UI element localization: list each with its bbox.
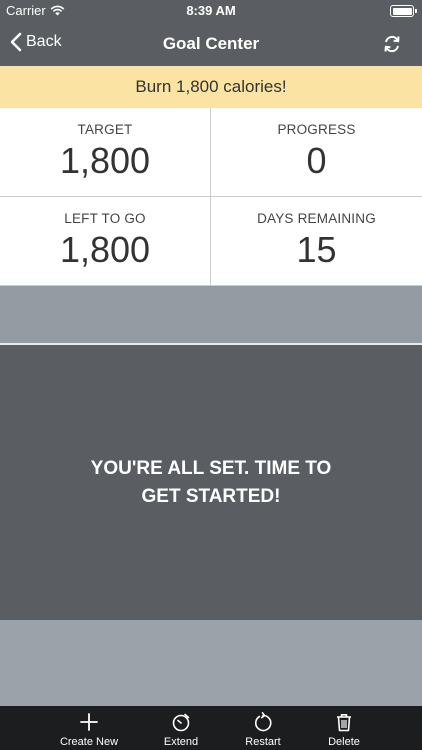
goal-banner: Burn 1,800 calories! — [0, 66, 422, 108]
days-remaining-label: DAYS REMAINING — [257, 211, 376, 226]
target-label: TARGET — [77, 122, 133, 137]
delete-button[interactable]: Delete — [302, 706, 386, 750]
get-started-message: YOU'RE ALL SET. TIME TO GET STARTED! — [90, 457, 332, 507]
clock: 8:39 AM — [186, 3, 236, 18]
spacer-top — [0, 286, 422, 343]
refresh-icon[interactable] — [382, 34, 402, 54]
restart-label: Restart — [245, 736, 281, 748]
restart-icon — [254, 712, 272, 732]
restart-button[interactable]: Restart — [221, 706, 305, 750]
progress-label: PROGRESS — [277, 122, 356, 137]
page-title: Goal Center — [162, 34, 260, 53]
target-stat: TARGET 1,800 — [0, 108, 211, 197]
progress-stat: PROGRESS 0 — [211, 108, 422, 197]
left-to-go-value: 1,800 — [59, 229, 151, 270]
target-value: 1,800 — [59, 140, 151, 181]
stats-grid: TARGET 1,800 PROGRESS 0 LEFT TO GO 1,800… — [0, 108, 422, 286]
progress-value: 0 — [306, 140, 327, 181]
trash-icon — [337, 714, 351, 732]
bottom-toolbar: Create New Extend Restart Delete — [0, 706, 422, 750]
message-panel: YOU'RE ALL SET. TIME TO GET STARTED! — [0, 345, 422, 620]
extend-label: Extend — [163, 736, 199, 748]
spacer-bottom — [0, 620, 422, 706]
days-remaining-stat: DAYS REMAINING 15 — [211, 197, 422, 286]
timer-icon — [172, 713, 190, 732]
plus-icon — [80, 713, 98, 731]
battery-icon — [390, 5, 417, 17]
left-to-go-label: LEFT TO GO — [64, 211, 146, 226]
days-remaining-value: 15 — [296, 229, 337, 270]
create-new-button[interactable]: Create New — [47, 706, 131, 750]
left-to-go-stat: LEFT TO GO 1,800 — [0, 197, 211, 286]
delete-label: Delete — [328, 736, 360, 748]
extend-button[interactable]: Extend — [139, 706, 223, 750]
navigation-bar: Back Goal Center — [0, 22, 422, 66]
create-new-label: Create New — [59, 736, 119, 748]
status-bar: Carrier 8:39 AM — [0, 0, 422, 22]
